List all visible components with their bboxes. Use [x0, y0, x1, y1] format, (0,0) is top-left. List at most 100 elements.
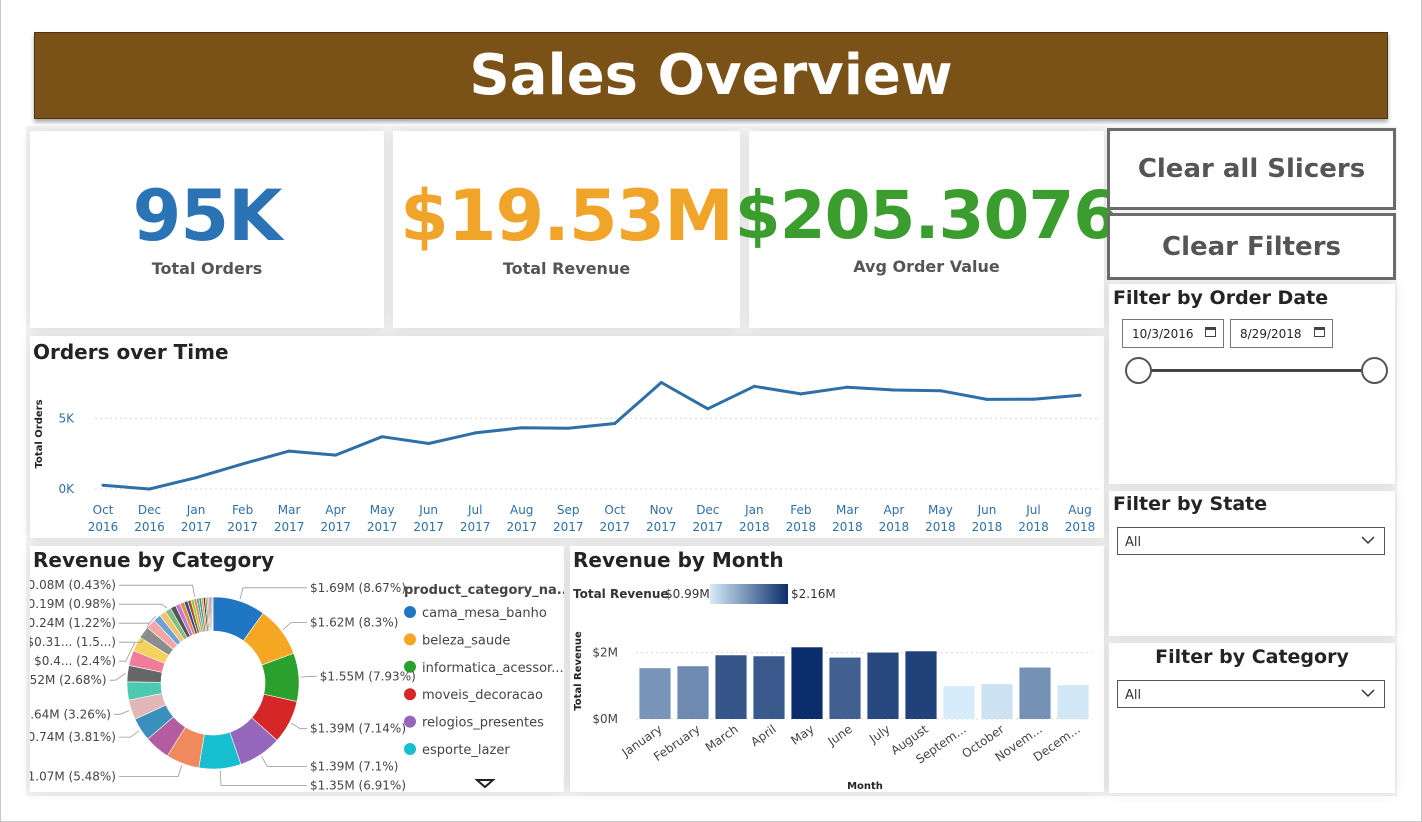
x-tick-label-month: Feb: [790, 503, 811, 517]
orders-data-point: [427, 442, 431, 446]
slice-data-label: $1.69M (8.67%): [310, 581, 406, 595]
slice-data-label: $1.39M (7.1%): [310, 759, 398, 773]
x-tick-label-month: Oct: [604, 503, 625, 517]
category-dropdown-value: All: [1125, 688, 1142, 703]
start-date-value: 10/3/2016: [1132, 327, 1194, 341]
x-tick-label-month: Jan: [186, 503, 206, 517]
chevron-down-icon[interactable]: [1360, 685, 1376, 701]
date-range-end-handle[interactable]: [1360, 357, 1388, 384]
state-dropdown[interactable]: All: [1117, 527, 1385, 555]
orders-data-point: [566, 426, 570, 430]
orders-data-point: [241, 462, 245, 466]
legend-item-label[interactable]: cama_mesa_banho: [422, 606, 547, 621]
orders-data-point: [938, 389, 942, 393]
slice-leader-line: [261, 756, 307, 767]
date-range-track[interactable]: [1138, 369, 1374, 372]
month-bar[interactable]: [943, 686, 975, 719]
kpi-card-avg-order-value: $205.3076 Avg Order Value: [735, 131, 1119, 328]
x-tick-label-month: Apr: [884, 503, 905, 517]
calendar-icon[interactable]: [1314, 327, 1325, 337]
orders-data-point: [799, 392, 803, 396]
y-axis-label-total-orders: Total Orders: [34, 399, 45, 468]
donut-slice[interactable]: [211, 596, 214, 632]
x-tick-label-month: Sep: [557, 503, 580, 517]
date-slicer-card: Filter by Order Date 10/3/2016 8/29/2018: [1109, 284, 1395, 484]
x-tick-label-month: Jan: [744, 503, 764, 517]
revenue-by-month-card: Revenue by Month Total Revenue $0.99M $2…: [570, 546, 1104, 792]
revenue-by-category-card: Revenue by Category product_category_na.…: [30, 546, 564, 792]
legend-item-label[interactable]: informatica_acessor...: [422, 661, 564, 676]
kpi-label-avg-order-value: Avg Order Value: [853, 257, 1000, 276]
x-tick-label-year: 2018: [925, 520, 956, 534]
x-tick-label-year: 2018: [1018, 520, 1049, 534]
clear-filters-button[interactable]: Clear Filters: [1107, 213, 1396, 280]
x-tick-label-month: May: [370, 503, 395, 517]
legend-swatch: [404, 743, 416, 755]
slice-leader-line: [219, 770, 307, 786]
x-tick-label-month: March: [703, 722, 741, 754]
slice-data-label: $0.74M (3.81%): [30, 730, 116, 744]
date-range-start-handle[interactable]: [1124, 357, 1152, 384]
slicer-title-state: Filter by State: [1113, 493, 1268, 515]
clear-all-slicers-button[interactable]: Clear all Slicers: [1107, 128, 1396, 210]
x-tick-label-year: 2016: [88, 520, 119, 534]
slice-data-label: $1.39M (7.14%): [310, 722, 406, 736]
month-bar[interactable]: [905, 651, 937, 719]
y-tick-label: 0K: [58, 482, 75, 496]
x-tick-label-year: 2018: [786, 520, 817, 534]
x-tick-label-month: Feb: [232, 503, 253, 517]
legend-scroll-down-icon[interactable]: [474, 779, 496, 789]
category-dropdown[interactable]: All: [1117, 680, 1385, 708]
slice-data-label: $0.08M (0.43%): [30, 578, 116, 592]
x-tick-label-month: Mar: [836, 503, 859, 517]
end-date-input[interactable]: 8/29/2018: [1230, 319, 1333, 348]
x-tick-label-month: Oct: [93, 503, 114, 517]
x-tick-label-month: Aug: [510, 503, 533, 517]
x-tick-label-month: Nov: [650, 503, 673, 517]
legend-item-label[interactable]: relogios_presentes: [422, 716, 544, 731]
month-bar[interactable]: [1019, 667, 1051, 719]
slice-data-label: $1.07M (5.48%): [30, 769, 116, 783]
month-bar[interactable]: [791, 647, 823, 719]
slice-leader-line: [119, 584, 196, 598]
kpi-card-total-orders: 95K Total Orders: [30, 131, 384, 328]
orders-over-time-card: Orders over Time Total Orders 0K 5K Oct 201…: [30, 336, 1104, 538]
orders-data-point: [101, 483, 105, 487]
month-bar[interactable]: [639, 668, 671, 719]
month-bar[interactable]: [867, 652, 899, 719]
slice-data-label: $0.52M (2.68%): [30, 673, 107, 687]
slice-leader-line: [119, 765, 183, 777]
legend-swatch: [404, 633, 416, 646]
calendar-icon[interactable]: [1205, 327, 1216, 337]
month-bar[interactable]: [1057, 685, 1089, 719]
month-bar[interactable]: [981, 684, 1013, 719]
x-tick-label-year: 2018: [879, 520, 910, 534]
month-bar[interactable]: [715, 655, 747, 719]
slicer-title-order-date: Filter by Order Date: [1113, 287, 1329, 309]
chevron-down-icon[interactable]: [1360, 532, 1376, 548]
orders-data-point: [380, 435, 384, 439]
legend-item-label[interactable]: moveis_decoracao: [422, 688, 543, 703]
state-dropdown-value: All: [1125, 535, 1142, 550]
category-slicer-card: Filter by Category All: [1109, 643, 1395, 793]
orders-series-line: [102, 381, 1081, 491]
x-tick-label-year: 2017: [460, 520, 491, 534]
x-tick-label-month: May: [928, 503, 953, 517]
start-date-input[interactable]: 10/3/2016: [1122, 319, 1224, 348]
x-tick-label-year: 2018: [1065, 520, 1096, 534]
orders-data-point: [892, 388, 896, 392]
legend-item-label[interactable]: esporte_lazer: [422, 743, 510, 758]
orders-data-point: [194, 476, 198, 480]
month-bar[interactable]: [677, 666, 709, 719]
slice-data-label: $1.62M (8.3%): [310, 615, 398, 629]
orders-data-point: [613, 421, 617, 425]
slice-data-label: $0.64M (3.26%): [30, 707, 111, 721]
month-bar[interactable]: [829, 657, 861, 719]
month-bar[interactable]: [753, 656, 785, 719]
x-tick-label-month: Jun: [977, 503, 997, 517]
legend-item-label[interactable]: beleza_saude: [422, 633, 510, 648]
x-tick-label-year: 2017: [320, 520, 351, 534]
x-tick-label-year: 2017: [646, 520, 677, 534]
x-tick-label-year: 2017: [181, 520, 212, 534]
slicer-title-category: Filter by Category: [1155, 646, 1349, 668]
